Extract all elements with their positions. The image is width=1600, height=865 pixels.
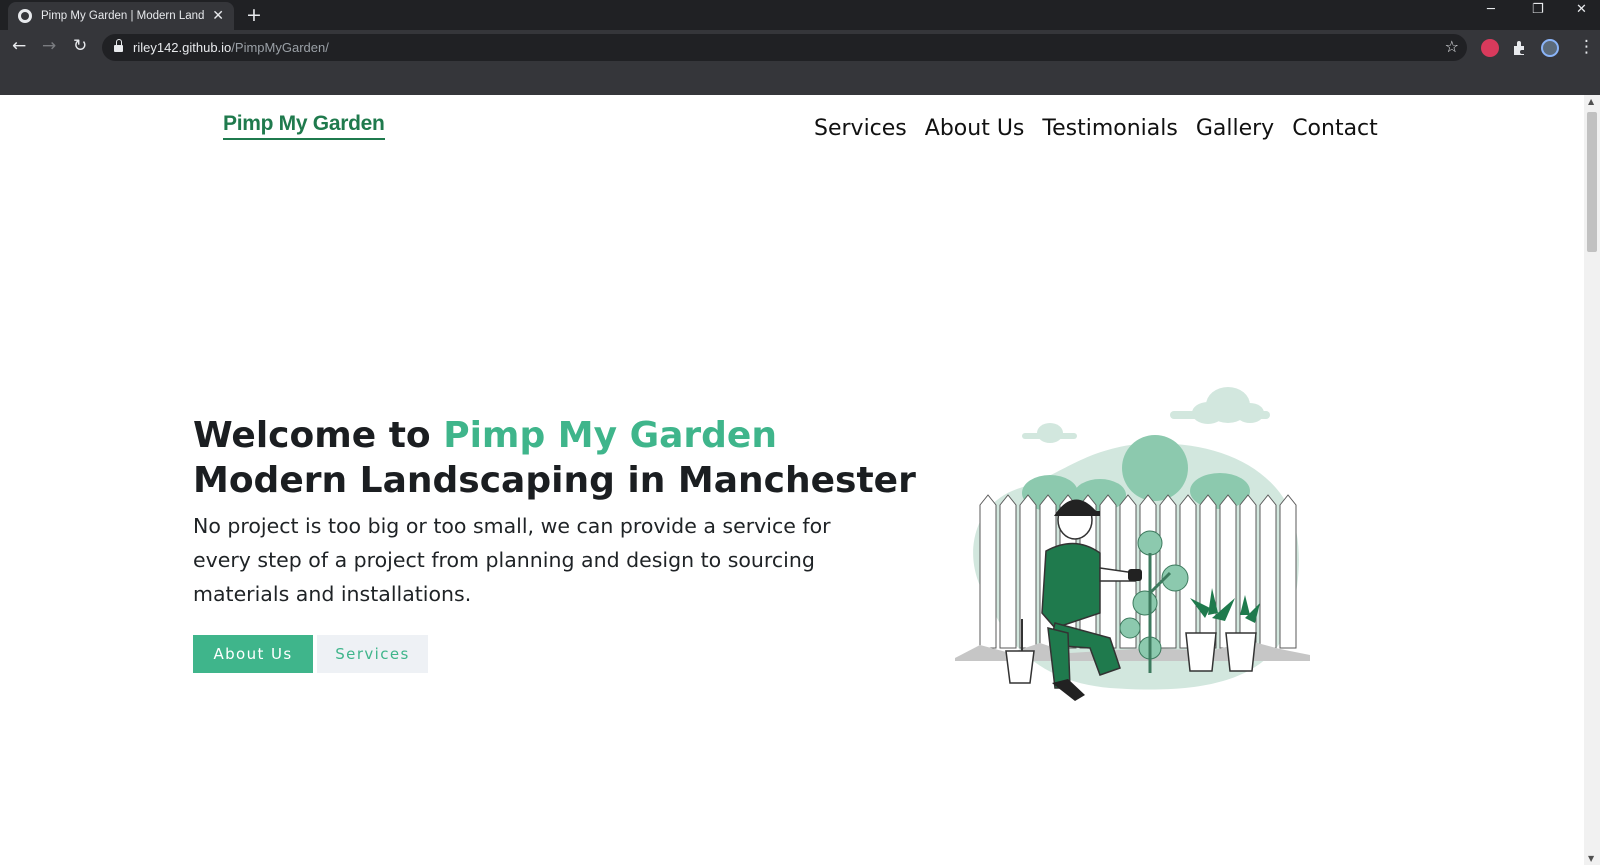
extensions-icon[interactable]: [1511, 39, 1529, 57]
minimize-button[interactable]: ─: [1487, 2, 1495, 17]
window-close-button[interactable]: ✕: [1576, 2, 1587, 17]
about-us-button[interactable]: About Us: [193, 635, 313, 673]
url-text[interactable]: riley142.github.io/PimpMyGarden/: [133, 40, 329, 55]
scroll-up-icon[interactable]: ▲: [1588, 97, 1594, 106]
reload-icon[interactable]: ↻: [73, 36, 87, 56]
gardener-illustration: [955, 387, 1310, 701]
lock-icon[interactable]: [114, 38, 123, 53]
back-icon[interactable]: ←: [12, 36, 26, 56]
address-bar[interactable]: riley142.github.io/PimpMyGarden/ ☆: [102, 34, 1467, 61]
hero-description: No project is too big or too small, we c…: [193, 514, 831, 606]
restore-button[interactable]: ❐: [1532, 2, 1544, 17]
site-logo[interactable]: Pimp My Garden: [223, 112, 385, 140]
hero-title-accent: Pimp My Garden: [443, 415, 777, 456]
tab-title: Pimp My Garden | Modern Landscaping: [41, 10, 205, 22]
browser-tab[interactable]: Pimp My Garden | Modern Landscaping ✕: [8, 2, 234, 30]
page-scrollbar[interactable]: ▲ ▼: [1584, 95, 1600, 865]
page-viewport: Pimp My Garden Services About Us Testimo…: [0, 95, 1584, 865]
hero-title-line2: Modern Landscaping in Manchester: [193, 460, 916, 501]
browser-toolbar: ← → ↻ riley142.github.io/PimpMyGarden/ ☆…: [0, 30, 1600, 66]
star-icon[interactable]: ☆: [1445, 37, 1459, 56]
scroll-down-icon[interactable]: ▼: [1588, 854, 1594, 863]
scrollbar-thumb[interactable]: [1587, 112, 1597, 252]
tab-strip: Pimp My Garden | Modern Landscaping ✕ + …: [0, 0, 1600, 30]
services-button[interactable]: Services: [317, 635, 428, 673]
tab-close-icon[interactable]: ✕: [212, 8, 224, 24]
profile-avatar[interactable]: [1541, 39, 1559, 57]
main-nav: Services About Us Testimonials Gallery C…: [814, 116, 1396, 141]
forward-icon[interactable]: →: [42, 36, 56, 56]
new-tab-button[interactable]: +: [246, 4, 262, 26]
nav-services[interactable]: Services: [814, 116, 907, 141]
kebab-menu-icon[interactable]: ⋮: [1578, 37, 1595, 57]
browser-chrome: Pimp My Garden | Modern Landscaping ✕ + …: [0, 0, 1600, 95]
nav-contact[interactable]: Contact: [1292, 116, 1378, 141]
nav-gallery[interactable]: Gallery: [1196, 116, 1274, 141]
nav-testimonials[interactable]: Testimonials: [1042, 116, 1177, 141]
extension-icon[interactable]: [1481, 39, 1499, 57]
nav-about-us[interactable]: About Us: [925, 116, 1025, 141]
hero-title: Welcome to Pimp My Garden Modern Landsca…: [193, 413, 916, 503]
favicon-globe-icon: [18, 9, 32, 23]
hero-title-prefix: Welcome to: [193, 415, 444, 456]
